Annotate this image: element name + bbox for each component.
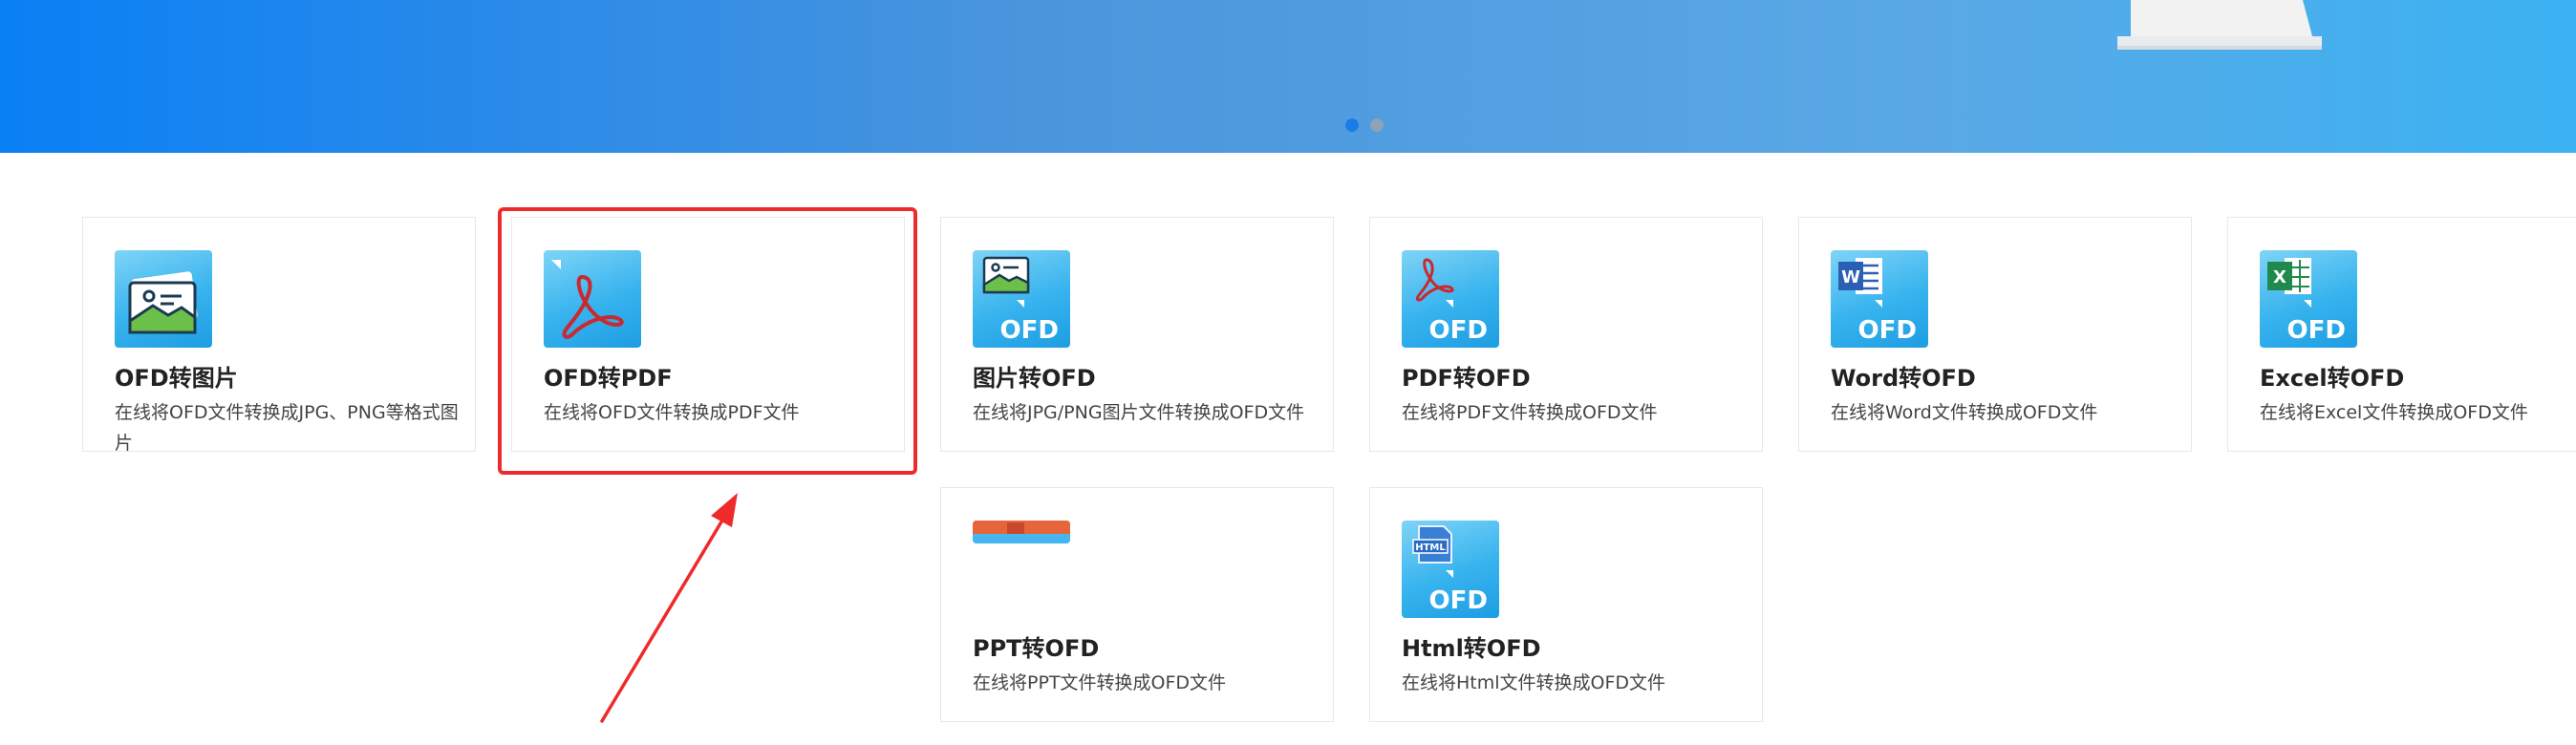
tool-title: Word转OFD <box>1831 365 1976 392</box>
tool-title: OFD转图片 <box>115 365 238 392</box>
ofd-badge: OFD <box>1858 316 1917 345</box>
html-ofd-icon: HTML OFD <box>1402 521 1499 618</box>
ofd-badge: OFD <box>1000 316 1059 345</box>
tool-description: 在线将PPT文件转换成OFD文件 <box>973 672 1227 693</box>
tool-card-ofd-to-image[interactable]: OFD转图片 在线将OFD文件转换成JPG、PNG等格式图片 <box>82 217 476 454</box>
tool-title: Html转OFD <box>1402 635 1541 662</box>
svg-text:X: X <box>2273 267 2286 287</box>
ofd-badge: OFD <box>2287 316 2346 345</box>
carousel-dots <box>1345 118 1384 132</box>
ofd-badge: OFD <box>1429 316 1488 345</box>
ofd-badge: OFD <box>1429 586 1488 615</box>
word-ofd-icon: W OFD <box>1831 250 1928 348</box>
tool-card-pdf-to-ofd[interactable]: OFD PDF转OFD 在线将PDF文件转换成OFD文件 <box>1369 217 1763 452</box>
tool-title: 图片转OFD <box>973 365 1096 392</box>
tool-title: PPT转OFD <box>973 635 1100 662</box>
tool-title: PDF转OFD <box>1402 365 1531 392</box>
carousel-dot-1[interactable] <box>1345 118 1359 132</box>
annotation-arrow-icon <box>600 493 738 723</box>
tool-description: 在线将JPG/PNG图片文件转换成OFD文件 <box>973 402 1305 423</box>
picture-icon <box>115 250 212 348</box>
pdf-ofd-icon: OFD <box>1402 250 1499 348</box>
tool-description: 在线将Excel文件转换成OFD文件 <box>2260 402 2528 423</box>
tool-title: Excel转OFD <box>2260 365 2405 392</box>
tool-card-html-to-ofd[interactable]: HTML OFD Html转OFD 在线将Html文件转换成OFD文件 <box>1369 487 1763 722</box>
excel-ofd-icon: X OFD <box>2260 250 2357 348</box>
tool-description: 在线将Word文件转换成OFD文件 <box>1831 402 2098 423</box>
tool-description: 在线将Html文件转换成OFD文件 <box>1402 672 1666 693</box>
picture-ofd-icon: OFD <box>973 250 1070 348</box>
top-banner <box>0 0 2576 153</box>
svg-text:HTML: HTML <box>1415 543 1446 553</box>
ppt-ofd-icon <box>973 521 1070 543</box>
tool-card-ppt-to-ofd[interactable]: PPT转OFD 在线将PPT文件转换成OFD文件 <box>940 487 1334 722</box>
highlight-box <box>498 207 917 475</box>
tool-card-image-to-ofd[interactable]: OFD 图片转OFD 在线将JPG/PNG图片文件转换成OFD文件 <box>940 217 1334 452</box>
svg-text:W: W <box>1841 267 1860 287</box>
tool-description: 在线将OFD文件转换成JPG、PNG等格式图片 <box>115 402 459 454</box>
tool-description: 在线将PDF文件转换成OFD文件 <box>1402 402 1658 423</box>
tool-card-word-to-ofd[interactable]: W OFD Word转OFD 在线将Word文件转换成OFD文件 <box>1798 217 2192 452</box>
tool-card-excel-to-ofd[interactable]: X OFD Excel转OFD 在线将Excel文件转换成OFD文件 <box>2227 217 2576 452</box>
banner-illustration <box>2117 0 2322 50</box>
carousel-dot-2[interactable] <box>1370 118 1384 132</box>
